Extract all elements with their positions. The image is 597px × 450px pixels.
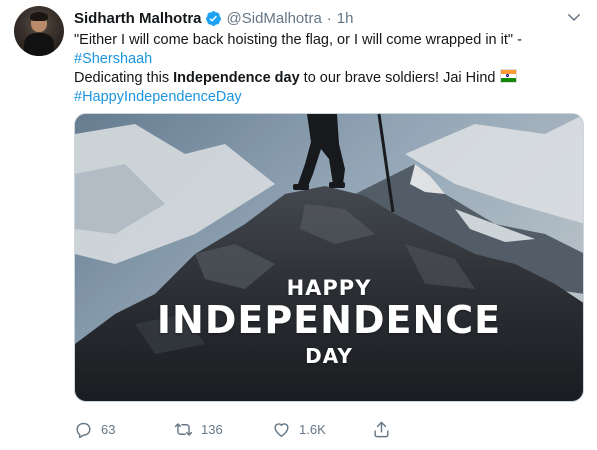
retweet-button[interactable]: 136 xyxy=(174,420,272,439)
separator-dot: · xyxy=(326,9,332,27)
tweet[interactable]: Sidharth Malhotra @SidMalhotra · 1h "Eit… xyxy=(0,0,597,450)
share-button[interactable] xyxy=(372,420,391,439)
indian-flag-icon xyxy=(499,69,517,83)
author-name[interactable]: Sidharth Malhotra xyxy=(74,10,202,27)
tweet-actions: 63 136 1.6K xyxy=(74,418,391,440)
like-button[interactable]: 1.6K xyxy=(272,420,372,439)
tweet-image[interactable]: HAPPY INDEPENDENCE DAY xyxy=(74,113,584,402)
tweet-quote: "Either I will come back hoisting the fl… xyxy=(74,32,522,48)
retweet-icon xyxy=(174,422,193,436)
like-count: 1.6K xyxy=(299,421,326,437)
retweet-count: 136 xyxy=(201,421,223,437)
image-text-independence: INDEPENDENCE xyxy=(156,298,502,342)
reply-button[interactable]: 63 xyxy=(74,420,174,439)
reply-count: 63 xyxy=(101,421,116,437)
tweet-timestamp[interactable]: 1h xyxy=(337,10,354,27)
chevron-down-icon[interactable] xyxy=(565,8,583,26)
reply-icon xyxy=(76,422,91,438)
share-icon xyxy=(374,421,389,437)
hashtag-shershaah[interactable]: #Shershaah xyxy=(74,51,152,67)
hashtag-happy-independence-day[interactable]: #HappyIndependenceDay xyxy=(74,89,242,105)
tweet-text-part: to our brave soldiers! Jai Hind xyxy=(299,70,496,86)
tweet-header: Sidharth Malhotra @SidMalhotra · 1h xyxy=(74,8,353,28)
image-text-happy: HAPPY xyxy=(286,276,372,300)
tweet-text-bold: Independence day xyxy=(173,70,300,86)
tweet-text-part: Dedicating this xyxy=(74,70,174,86)
author-handle[interactable]: @SidMalhotra xyxy=(227,10,322,27)
heart-icon xyxy=(274,422,289,437)
verified-badge-icon xyxy=(205,10,221,26)
image-text-day: DAY xyxy=(305,344,353,368)
avatar[interactable] xyxy=(14,6,64,56)
tweet-text: "Either I will come back hoisting the fl… xyxy=(74,31,584,107)
